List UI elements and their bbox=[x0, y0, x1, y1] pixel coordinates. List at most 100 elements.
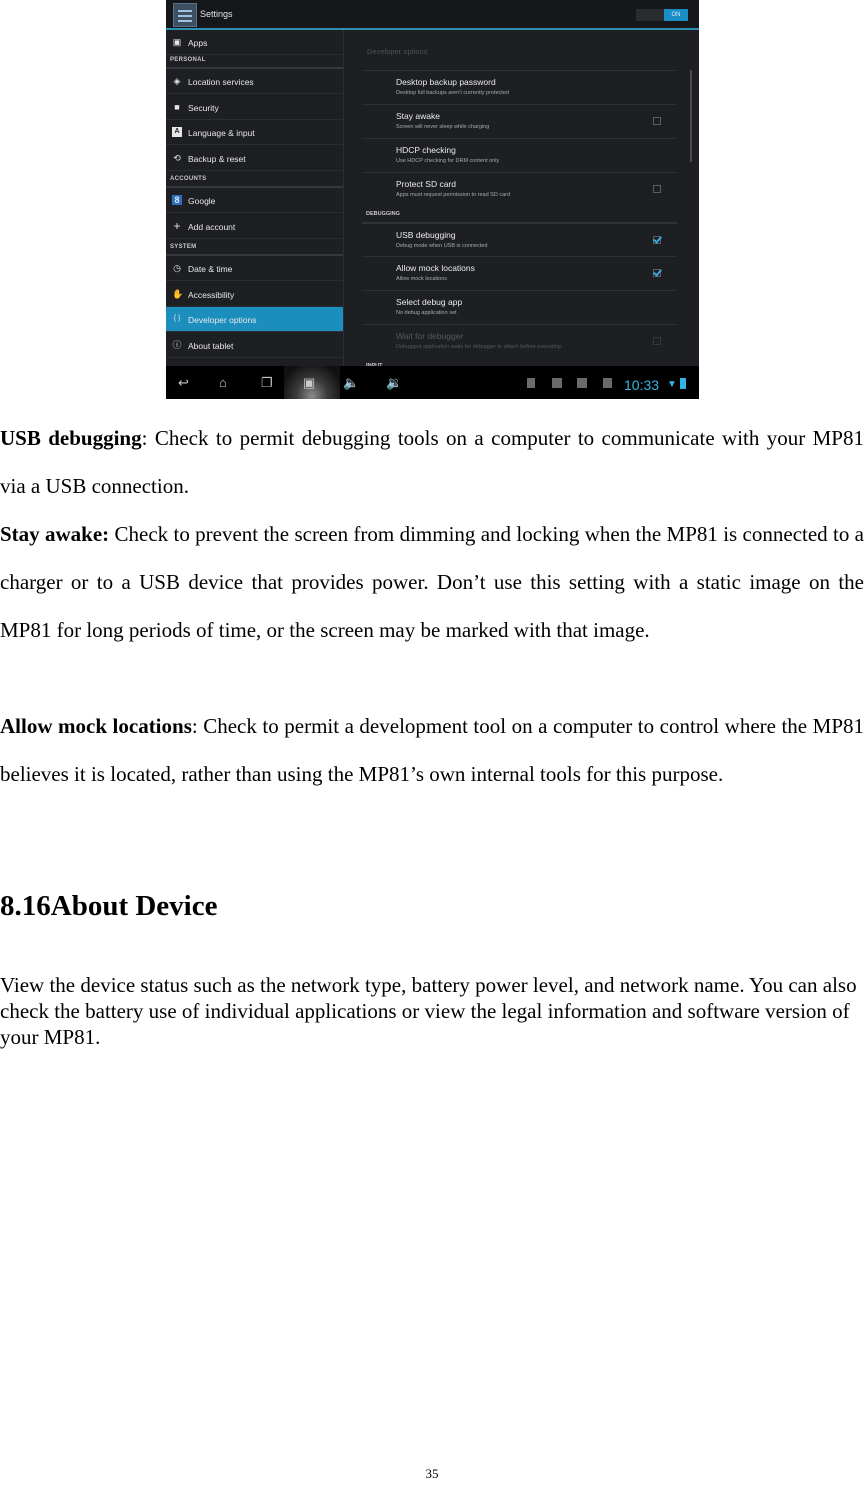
pref-summary: Debugged application waits for debugger … bbox=[396, 344, 561, 350]
screenshot-icon[interactable]: ▣ bbox=[303, 375, 315, 391]
section-header-debugging: DEBUGGING bbox=[366, 211, 400, 217]
wait-for-debugger-checkbox bbox=[653, 337, 661, 345]
download-icon bbox=[603, 378, 612, 388]
action-bar: Settings ON bbox=[166, 0, 699, 30]
pref-usb-debugging[interactable]: USB debugging Debug mode when USB is con… bbox=[362, 222, 677, 256]
google-icon: 8 bbox=[172, 195, 182, 205]
sidebar-item-google[interactable]: 8 Google bbox=[166, 188, 343, 213]
page-number: 35 bbox=[425, 1466, 439, 1481]
stay-awake-description: Check to prevent the screen from dimming… bbox=[0, 522, 864, 642]
sidebar-item-location-services[interactable]: ◈ Location services bbox=[166, 69, 343, 94]
section-header-system: SYSTEM bbox=[170, 244, 197, 250]
sidebar-item-label: Add account bbox=[188, 222, 236, 232]
allow-mock-locations-paragraph: Allow mock locations: Check to permit a … bbox=[0, 702, 864, 798]
plus-icon: + bbox=[173, 219, 181, 233]
system-bar: ↩ ⌂ ❐ ▣ 🔈 🔉 10:33 ▼ bbox=[166, 366, 699, 399]
allow-mock-locations-checkbox[interactable] bbox=[653, 269, 661, 277]
braces-icon: { } bbox=[173, 315, 181, 322]
sidebar-item-language-input[interactable]: A Language & input bbox=[166, 120, 343, 145]
section-heading: 8.16About Device bbox=[0, 890, 218, 922]
wifi-icon: ▼ bbox=[667, 379, 677, 390]
stay-awake-checkbox[interactable] bbox=[653, 117, 661, 125]
pref-title: Stay awake bbox=[396, 111, 440, 121]
recent-apps-icon[interactable]: ❐ bbox=[261, 375, 273, 391]
pref-summary: Screen will never sleep while charging bbox=[396, 124, 490, 130]
info-icon: ⓘ bbox=[172, 340, 182, 350]
sidebar-item-label: Date & time bbox=[188, 264, 233, 274]
sidebar-item-date-time[interactable]: ◷ Date & time bbox=[166, 256, 343, 281]
term-usb-debugging: USB debugging bbox=[0, 426, 142, 450]
sidebar-item-apps[interactable]: ▣ Apps bbox=[166, 30, 343, 55]
pref-stay-awake[interactable]: Stay awake Screen will never sleep while… bbox=[362, 104, 677, 138]
apps-icon: ▣ bbox=[172, 37, 182, 47]
sd-card-icon bbox=[527, 378, 535, 388]
pref-select-debug-app[interactable]: Select debug app No debug application se… bbox=[362, 290, 677, 324]
backup-icon: ⟲ bbox=[173, 153, 181, 163]
sidebar-item-label: Developer options bbox=[188, 315, 257, 325]
pref-title: USB debugging bbox=[396, 230, 456, 240]
scrollbar[interactable] bbox=[690, 70, 692, 162]
sidebar-item-label: Apps bbox=[188, 38, 208, 48]
term-stay-awake: Stay awake: bbox=[0, 522, 110, 546]
language-icon: A bbox=[172, 127, 182, 137]
pref-summary: Desktop full backups aren't currently pr… bbox=[396, 90, 509, 96]
clock: 10:33 bbox=[624, 377, 660, 393]
pref-wait-for-debugger: Wait for debugger Debugged application w… bbox=[362, 324, 677, 358]
sidebar-item-label: Accessibility bbox=[188, 290, 235, 300]
sidebar-item-accessibility[interactable]: ✋ Accessibility bbox=[166, 282, 343, 307]
pref-desktop-backup-password[interactable]: Desktop backup password Desktop full bac… bbox=[362, 70, 677, 104]
developer-options-pane: Developer options Desktop backup passwor… bbox=[344, 30, 699, 369]
app-title: Settings bbox=[200, 9, 233, 19]
hand-icon: ✋ bbox=[172, 289, 184, 299]
pref-title: Protect SD card bbox=[396, 179, 456, 189]
about-device-paragraph: View the device status such as the netwo… bbox=[0, 973, 857, 1049]
pref-summary: Debug mode when USB is connected bbox=[396, 243, 488, 249]
settings-screenshot: Settings ON ▣ Apps PERSONAL ◈ Location s… bbox=[166, 0, 699, 399]
volume-up-icon[interactable]: 🔉 bbox=[386, 375, 402, 391]
image-icon bbox=[552, 378, 562, 388]
pref-summary: Use HDCP checking for DRM content only bbox=[396, 158, 500, 164]
sidebar-item-label: Language & input bbox=[188, 128, 255, 138]
term-allow-mock-locations: Allow mock locations bbox=[0, 714, 192, 738]
clock-icon: ◷ bbox=[173, 263, 181, 273]
pref-summary: Allow mock locations bbox=[396, 276, 448, 282]
sidebar-item-backup-reset[interactable]: ⟲ Backup & reset bbox=[166, 146, 343, 171]
switch-on-label: ON bbox=[664, 9, 688, 21]
pref-title: Allow mock locations bbox=[396, 263, 475, 273]
pref-title: Desktop backup password bbox=[396, 77, 496, 87]
pref-summary: Apps must request permission to read SD … bbox=[396, 192, 511, 198]
pref-hdcp-checking[interactable]: HDCP checking Use HDCP checking for DRM … bbox=[362, 138, 677, 172]
lock-icon: ■ bbox=[174, 102, 180, 112]
protect-sd-card-checkbox[interactable] bbox=[653, 185, 661, 193]
sidebar-item-label: Google bbox=[188, 196, 216, 206]
sidebar-item-label: Security bbox=[188, 103, 219, 113]
battery-icon bbox=[680, 378, 686, 389]
sidebar-item-security[interactable]: ■ Security bbox=[166, 95, 343, 120]
pref-title: Wait for debugger bbox=[396, 331, 464, 341]
sidebar-item-add-account[interactable]: + Add account bbox=[166, 214, 343, 239]
sidebar-item-label: Backup & reset bbox=[188, 154, 246, 164]
usb-debugging-checkbox[interactable] bbox=[653, 236, 661, 244]
gmail-icon bbox=[577, 378, 587, 388]
pref-protect-sd-card[interactable]: Protect SD card Apps must request permis… bbox=[362, 172, 677, 206]
section-header-personal: PERSONAL bbox=[170, 57, 206, 63]
back-icon[interactable]: ↩ bbox=[178, 375, 189, 391]
pref-title: HDCP checking bbox=[396, 145, 456, 155]
stay-awake-paragraph: Stay awake: Check to prevent the screen … bbox=[0, 510, 864, 654]
sidebar-item-label: About tablet bbox=[188, 341, 234, 351]
developer-options-switch[interactable]: ON bbox=[636, 9, 688, 21]
settings-icon[interactable] bbox=[173, 3, 197, 27]
usb-debugging-paragraph: USB debugging: Check to permit debugging… bbox=[0, 414, 864, 510]
location-icon: ◈ bbox=[173, 76, 181, 86]
settings-sidebar: ▣ Apps PERSONAL ◈ Location services ■ Se… bbox=[166, 30, 343, 366]
sidebar-item-label: Location services bbox=[188, 77, 254, 87]
pref-summary: No debug application set bbox=[396, 310, 457, 316]
volume-down-icon[interactable]: 🔈 bbox=[343, 375, 359, 391]
home-icon[interactable]: ⌂ bbox=[219, 375, 227, 391]
pref-title: Select debug app bbox=[396, 297, 463, 307]
section-header-accounts: ACCOUNTS bbox=[170, 176, 207, 182]
sidebar-item-about-tablet[interactable]: ⓘ About tablet bbox=[166, 333, 343, 358]
sidebar-item-developer-options[interactable]: { } Developer options bbox=[166, 307, 343, 332]
pref-allow-mock-locations[interactable]: Allow mock locations Allow mock location… bbox=[362, 256, 677, 290]
pane-heading: Developer options bbox=[367, 47, 428, 56]
